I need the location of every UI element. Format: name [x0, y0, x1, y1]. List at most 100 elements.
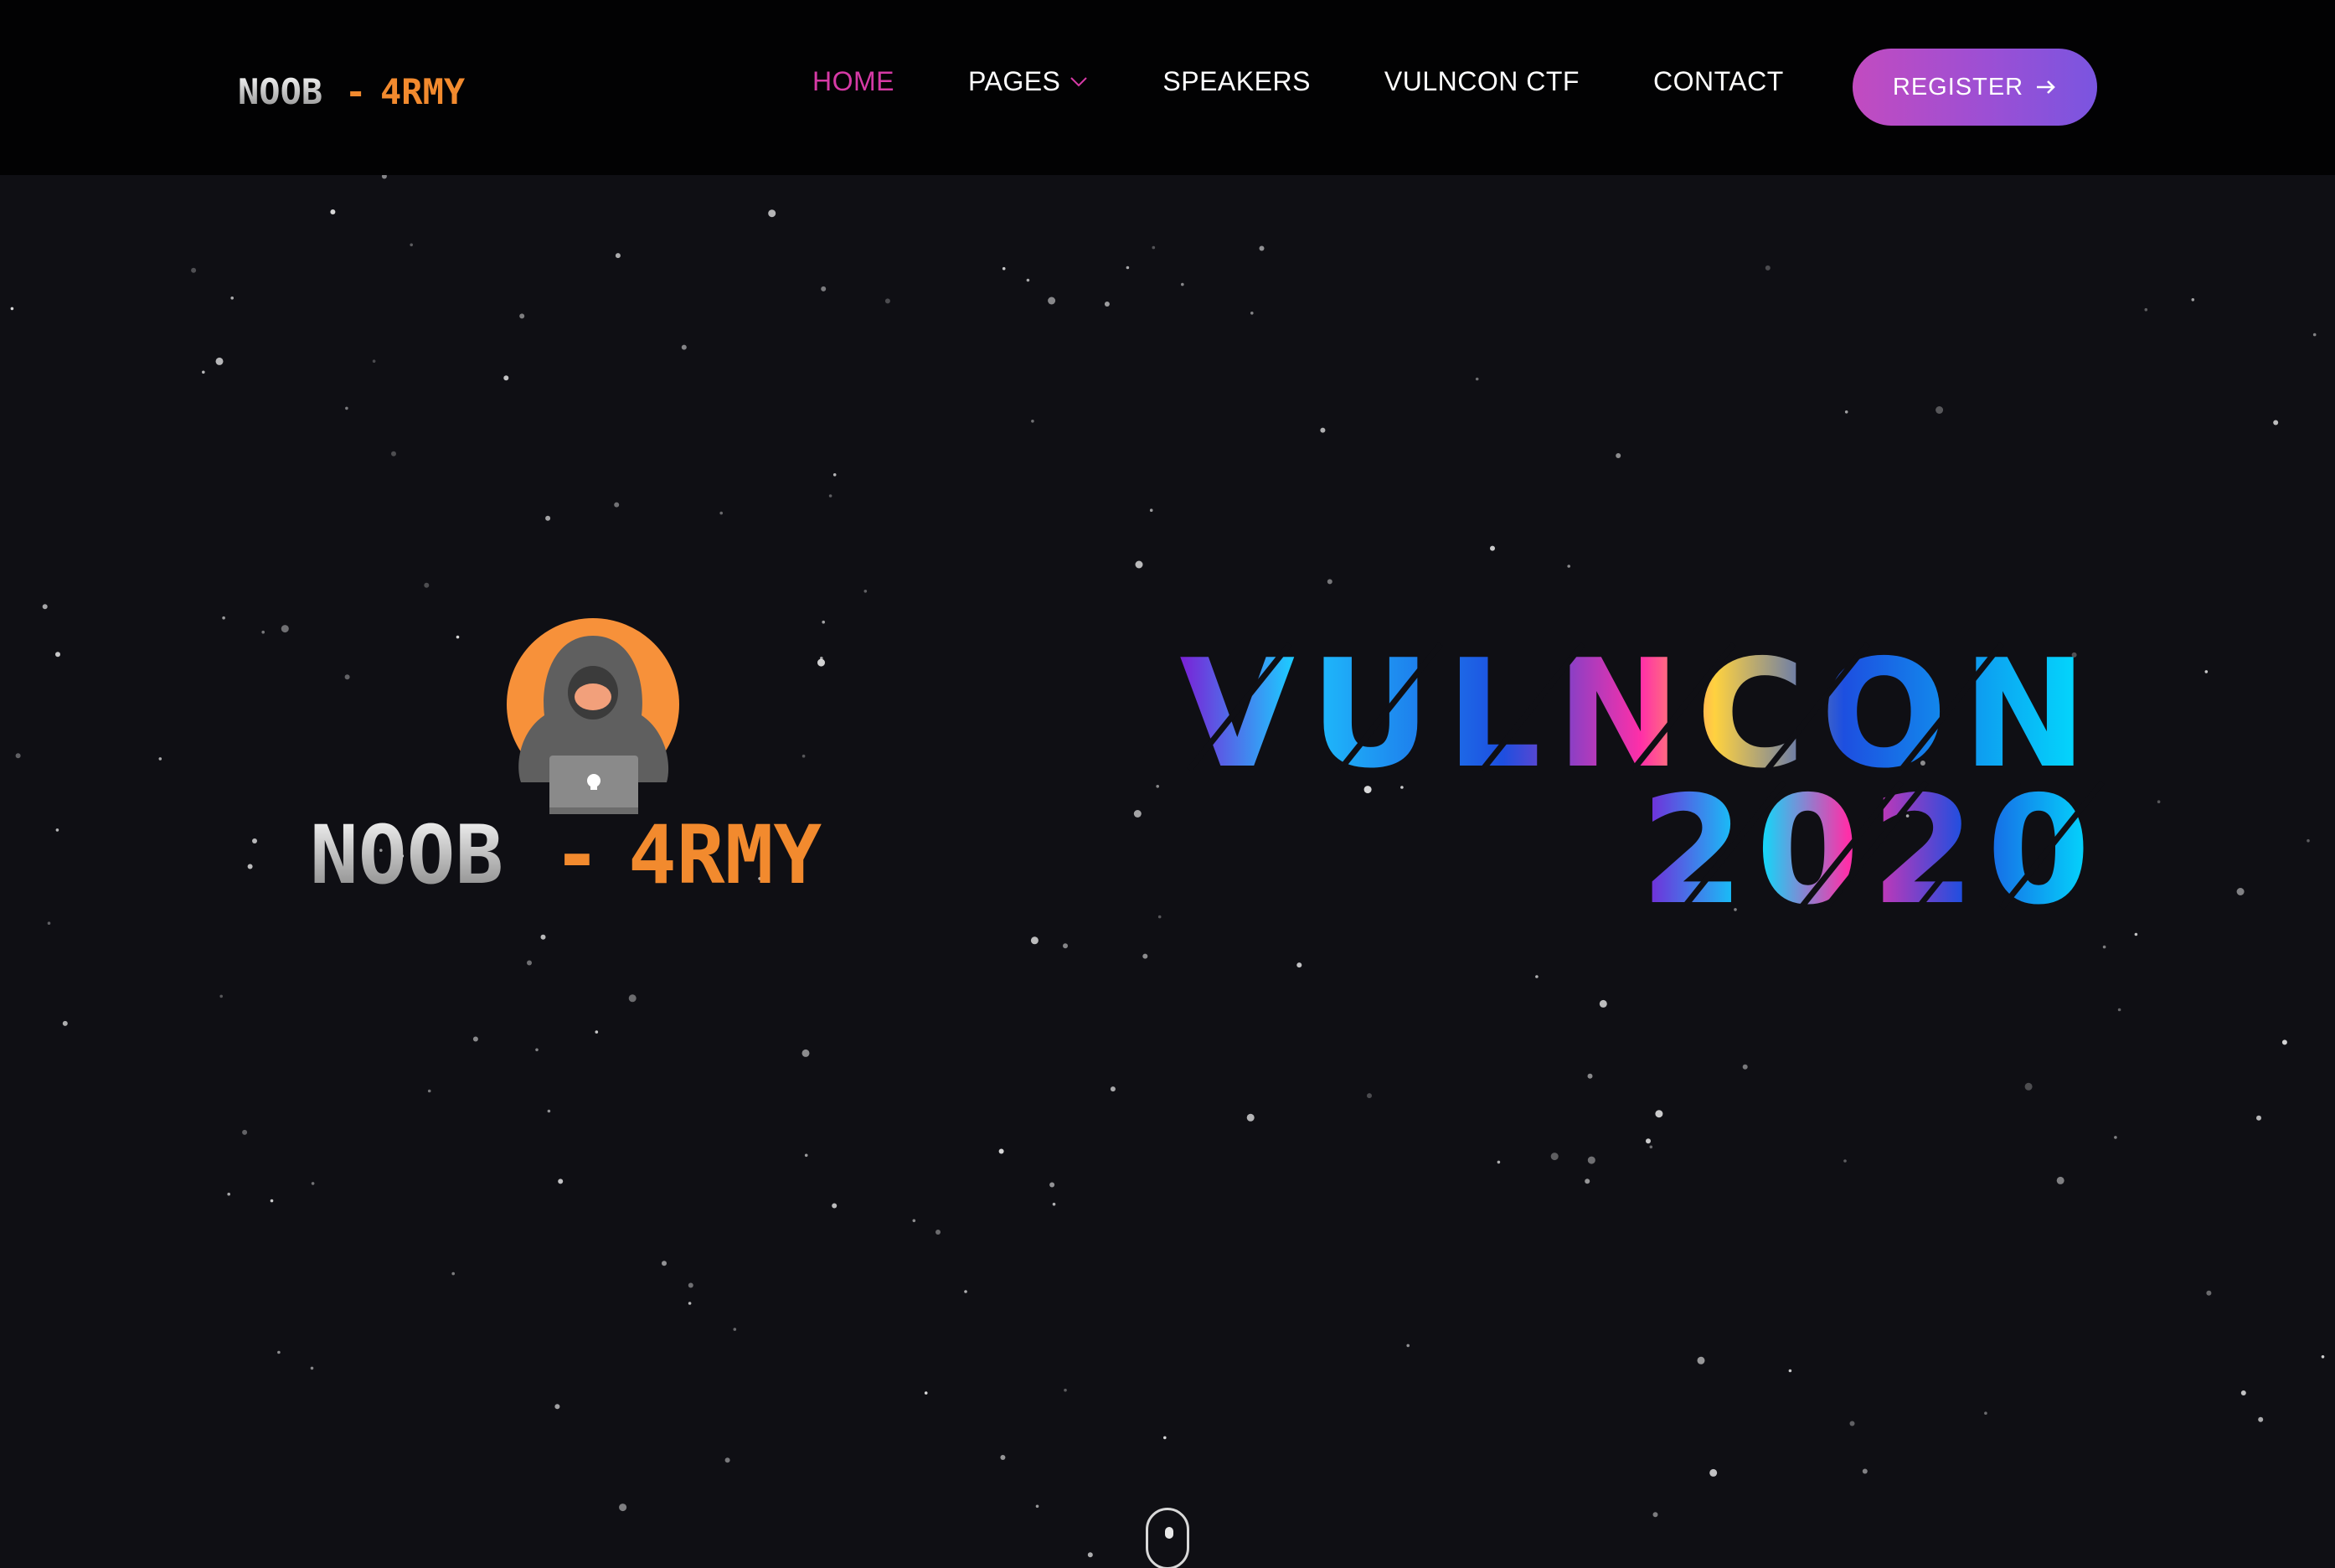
star: [1406, 1344, 1410, 1348]
star: [1296, 962, 1302, 968]
star: [1064, 1388, 1067, 1392]
star: [1849, 1421, 1855, 1426]
star: [1030, 936, 1039, 945]
star: [733, 1328, 737, 1331]
star: [1587, 1073, 1593, 1079]
scroll-wheel: [1165, 1527, 1173, 1539]
star: [1142, 953, 1148, 959]
star: [547, 1109, 551, 1113]
star: [311, 1182, 315, 1185]
nav-contact[interactable]: CONTACT: [1653, 66, 1784, 97]
hero-logo-text-left: NOOB: [310, 808, 503, 902]
star: [1652, 1512, 1658, 1518]
star: [451, 1271, 455, 1276]
star: [1742, 1064, 1748, 1070]
star: [1035, 1504, 1039, 1509]
star: [2024, 1082, 2033, 1091]
site-logo[interactable]: NOOB - 4RMY: [238, 67, 489, 114]
event-title: VULNCON 2020: [1179, 627, 2105, 937]
mouse-scroll-icon[interactable]: [1146, 1508, 1189, 1568]
star: [1163, 1436, 1167, 1440]
star: [15, 753, 21, 759]
logo-text-left: NOOB: [238, 71, 322, 112]
star: [1048, 297, 1056, 305]
star: [719, 511, 723, 515]
star: [1049, 1182, 1055, 1188]
star: [227, 1192, 231, 1196]
star: [2157, 800, 2161, 803]
star: [345, 406, 348, 410]
register-button[interactable]: REGISTER: [1853, 49, 2097, 126]
star: [1149, 508, 1153, 512]
star: [1000, 1455, 1006, 1460]
star: [391, 451, 396, 456]
star: [1697, 1356, 1705, 1364]
star: [1475, 377, 1479, 381]
star: [558, 1179, 564, 1184]
star: [2258, 1416, 2264, 1422]
nav-home[interactable]: HOME: [812, 66, 894, 97]
nav-vulncon-ctf[interactable]: VULNCON CTF: [1384, 66, 1580, 97]
star: [688, 1302, 692, 1305]
star: [503, 375, 509, 381]
star: [595, 1030, 599, 1034]
star: [1535, 975, 1539, 978]
star: [1497, 1160, 1501, 1164]
star: [158, 757, 162, 761]
nav-pages[interactable]: PAGES: [968, 66, 1089, 97]
star: [2204, 670, 2209, 673]
star: [2056, 1176, 2064, 1184]
star: [545, 515, 551, 521]
hero-section: NOOB - 4RMY VULNCON 2020: [0, 175, 2335, 1568]
star: [540, 934, 546, 940]
star: [1765, 265, 1771, 271]
star: [1585, 1179, 1590, 1184]
star: [472, 1036, 478, 1042]
star: [1587, 1156, 1595, 1164]
star: [2236, 888, 2245, 895]
star: [804, 1153, 808, 1158]
star: [2321, 1355, 2325, 1359]
star: [1152, 245, 1156, 250]
star: [832, 1203, 838, 1209]
star: [1367, 1093, 1372, 1099]
star: [1133, 810, 1142, 818]
star: [1550, 1153, 1559, 1161]
star: [424, 582, 430, 588]
star: [1250, 312, 1254, 315]
star: [619, 1504, 627, 1512]
star: [1104, 302, 1110, 307]
star: [2117, 1008, 2121, 1012]
star: [863, 590, 868, 593]
star: [1936, 406, 1944, 414]
star: [1156, 785, 1159, 788]
star: [924, 1391, 928, 1395]
star: [1843, 1159, 1847, 1163]
star: [10, 307, 14, 311]
star: [1490, 545, 1495, 551]
nav-speakers[interactable]: SPEAKERS: [1162, 66, 1311, 97]
star: [1031, 420, 1034, 423]
star: [261, 630, 265, 634]
star: [1052, 1202, 1056, 1206]
star: [222, 616, 225, 620]
hero-logo-text-right: 4RMY: [628, 808, 822, 902]
site-header: NOOB - 4RMY HOME PAGES SPEAKERS VULNCON …: [0, 0, 2335, 175]
star: [1110, 1086, 1116, 1092]
nav-pages-label: PAGES: [968, 65, 1061, 96]
star: [1135, 560, 1143, 569]
star: [242, 1129, 248, 1135]
star: [427, 1089, 431, 1093]
star: [381, 175, 387, 179]
star: [998, 1148, 1004, 1154]
star: [62, 1020, 68, 1026]
star: [1655, 1110, 1663, 1118]
star: [270, 1199, 274, 1203]
star: [2307, 838, 2310, 843]
star: [768, 209, 776, 218]
hero-logo-text-dash: -: [553, 808, 601, 902]
star: [1327, 579, 1332, 585]
star: [615, 253, 621, 259]
star: [1157, 915, 1162, 919]
star: [662, 1261, 667, 1266]
